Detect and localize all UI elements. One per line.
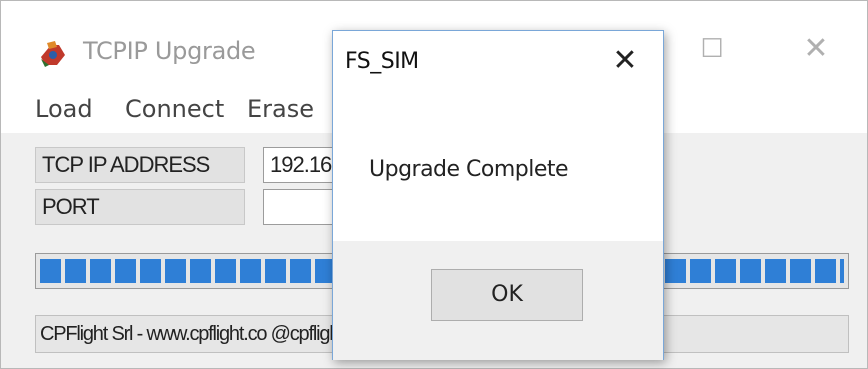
dialog-footer: OK [333, 241, 663, 360]
menu-erase[interactable]: Erase [247, 95, 314, 123]
window-title: TCPIP Upgrade [83, 37, 256, 65]
close-icon: ✕ [612, 43, 638, 78]
ok-button[interactable]: OK [431, 269, 583, 321]
app-logo-icon [41, 41, 65, 67]
dialog-title: FS_SIM [345, 49, 419, 74]
maximize-icon: ☐ [700, 34, 724, 64]
maximize-button[interactable]: ☐ [687, 31, 737, 67]
close-window-button[interactable]: ✕ [791, 31, 841, 67]
message-dialog: FS_SIM ✕ Upgrade Complete OK [332, 30, 664, 360]
dialog-message: Upgrade Complete [369, 157, 569, 182]
menu-load[interactable]: Load [35, 95, 93, 123]
close-icon: ✕ [803, 31, 829, 66]
dialog-close-button[interactable]: ✕ [605, 43, 645, 79]
port-label: PORT [35, 189, 245, 225]
menu-connect[interactable]: Connect [125, 95, 224, 123]
ip-address-label: TCP IP ADDRESS [35, 147, 245, 183]
